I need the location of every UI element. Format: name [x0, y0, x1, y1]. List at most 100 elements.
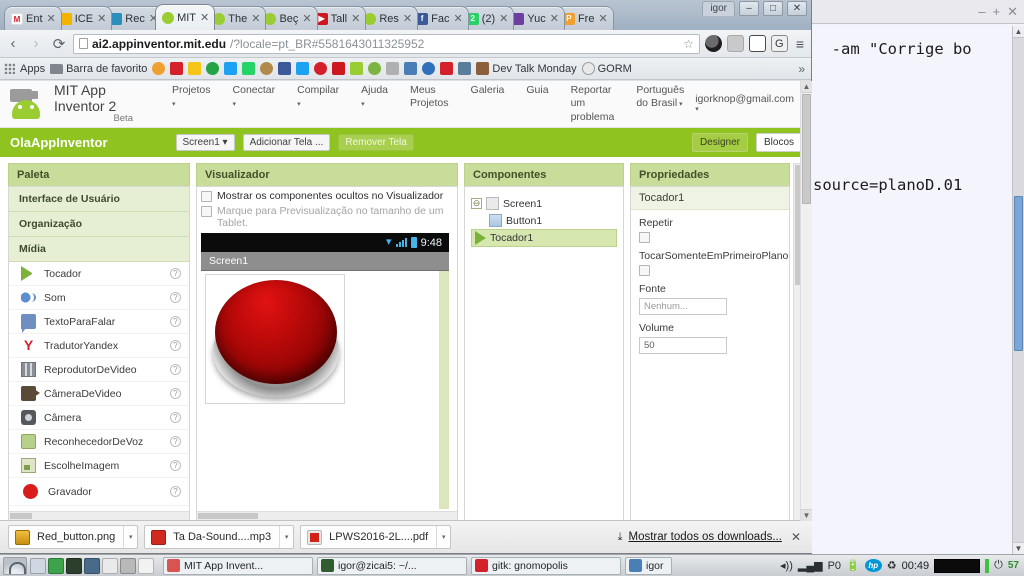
palette-item-som[interactable]: Som? — [9, 286, 189, 310]
menu-guia[interactable]: Guia — [515, 84, 559, 97]
add-screen-button[interactable]: Adicionar Tela ... — [242, 134, 331, 151]
launcher-icon-0[interactable] — [30, 557, 46, 574]
help-icon[interactable]: ? — [170, 364, 181, 375]
bookmark-icon-15[interactable] — [422, 62, 436, 75]
account-menu[interactable]: igorknop@gmail.com ▾ — [695, 93, 812, 115]
close-button[interactable]: ✕ — [787, 1, 807, 16]
page-scrollbar[interactable]: ▲ ▼ — [800, 81, 812, 521]
palette-item-reprodutordevideo[interactable]: ReprodutorDeVideo? — [9, 358, 189, 382]
mail-icon[interactable] — [748, 35, 766, 52]
scroll-up-icon[interactable]: ▲ — [801, 81, 812, 93]
property-checkbox[interactable] — [639, 232, 650, 243]
help-icon[interactable]: ? — [170, 292, 181, 303]
palette-item-câmera[interactable]: Câmera? — [9, 406, 189, 430]
property-text-input[interactable]: 50 — [639, 337, 727, 354]
tree-node-screen1[interactable]: ⊖ Screen1 — [471, 195, 617, 212]
browser-tab-fac[interactable]: f Fac ✕ — [409, 6, 469, 30]
browser-tab-res[interactable]: Res ✕ — [357, 6, 419, 30]
help-icon[interactable]: ? — [170, 412, 181, 423]
menu-compilar[interactable]: Compilar ▾ — [286, 84, 350, 110]
apps-grid-icon[interactable] — [4, 63, 15, 74]
menu-galeria[interactable]: Galeria — [460, 84, 516, 97]
terminal-scroll-thumb[interactable] — [1014, 196, 1023, 351]
forward-icon[interactable]: › — [27, 35, 45, 52]
terminal-window[interactable]: – + ✕ -am "Corrige bo source=planoD.01 ▲… — [810, 0, 1024, 554]
bookmark-gorm[interactable]: GORM — [581, 62, 632, 75]
terminal-scrollbar[interactable]: ▲ ▼ — [1012, 26, 1024, 554]
clock[interactable]: 00:49 — [902, 560, 930, 572]
chrome-menu-icon[interactable]: ≡ — [793, 36, 807, 52]
palette-item-gravador[interactable]: Gravador? — [9, 478, 189, 506]
terminal-body[interactable]: -am "Corrige bo source=planoD.01 — [811, 26, 1012, 554]
tab-close-icon[interactable]: ✕ — [402, 12, 412, 25]
bookmarks-overflow-icon[interactable]: » — [798, 62, 807, 76]
launcher-icon-3[interactable] — [84, 557, 100, 574]
bookmark-icon-5[interactable] — [242, 62, 256, 75]
bookmark-icon-11[interactable] — [350, 62, 364, 75]
property-text-input[interactable]: Nenhum... — [639, 298, 727, 315]
network-icon[interactable]: ▂▄▆ — [798, 559, 823, 572]
tree-node-tocador1[interactable]: Tocador1 — [471, 229, 617, 247]
tab-close-icon[interactable]: ✕ — [597, 12, 607, 25]
scroll-down-icon[interactable]: ▼ — [1013, 542, 1024, 554]
remove-screen-button[interactable]: Remover Tela — [338, 134, 414, 151]
power-profile-indicator[interactable]: P0 — [828, 560, 841, 572]
avatar-icon[interactable] — [704, 35, 722, 52]
launcher-icon-5[interactable] — [120, 557, 136, 574]
tablet-preview-checkbox[interactable] — [201, 206, 212, 217]
browser-tab-yuc[interactable]: Yuc ✕ — [505, 6, 565, 30]
browser-tab-mit[interactable]: MIT ✕ — [155, 4, 216, 30]
page-info-icon[interactable] — [79, 38, 88, 49]
extension-icon[interactable] — [726, 35, 744, 52]
red-button-image[interactable] — [205, 274, 345, 404]
bookmark-icon-17[interactable] — [458, 62, 472, 75]
launcher-icon-4[interactable] — [102, 557, 118, 574]
browser-tab-ent[interactable]: M Ent ✕ — [4, 6, 62, 30]
volume-icon[interactable]: ◂)) — [780, 559, 793, 572]
screen-selector-dropdown[interactable]: Screen1 ▾ — [175, 134, 235, 151]
blocks-view-button[interactable]: Blocos — [755, 133, 802, 152]
palette-category-organiza-o[interactable]: Organização — [9, 212, 189, 237]
minimize-button[interactable]: – — [739, 1, 759, 16]
terminal-maximize-button[interactable]: + — [993, 4, 1001, 19]
address-bar[interactable]: ai2.appinventor.mit.edu /?locale=pt_BR#5… — [73, 33, 700, 54]
bookmark-icon-7[interactable] — [278, 62, 292, 75]
phone-canvas[interactable] — [201, 271, 439, 509]
scroll-down-icon[interactable]: ▼ — [801, 509, 812, 521]
download-item-mp3[interactable]: Ta Da-Sound....mp3 ▾ — [144, 525, 295, 549]
help-icon[interactable]: ? — [170, 316, 181, 327]
palette-category-m-dia[interactable]: Mídia — [9, 237, 189, 262]
help-icon[interactable]: ? — [170, 340, 181, 351]
bookmark-icon-14[interactable] — [404, 62, 418, 75]
palette-item-tradutoryandex[interactable]: Y TradutorYandex? — [9, 334, 189, 358]
launcher-icon-6[interactable] — [138, 557, 154, 574]
tab-close-icon[interactable]: ✕ — [498, 12, 508, 25]
menu-meus-projetos[interactable]: Meus Projetos — [399, 84, 460, 110]
tab-close-icon[interactable]: ✕ — [452, 12, 462, 25]
palette-item-câmeradevideo[interactable]: CâmeraDeVideo? — [9, 382, 189, 406]
menu-conectar[interactable]: Conectar ▾ — [222, 84, 287, 110]
palette-item-reconhecedordevoz[interactable]: ReconhecedorDeVoz? — [9, 430, 189, 454]
palette-category-interface-de-usu-rio[interactable]: Interface de Usuário — [9, 187, 189, 212]
start-menu-button[interactable] — [3, 556, 27, 575]
bookmark-icon-12[interactable] — [368, 62, 382, 75]
show-hidden-components-row[interactable]: Mostrar os componentes ocultos no Visual… — [197, 187, 457, 202]
help-icon[interactable]: ? — [170, 436, 181, 447]
bookmark-folder-favoritos[interactable]: Barra de favorito — [50, 63, 147, 75]
tab-close-icon[interactable]: ✕ — [199, 11, 209, 24]
terminal-close-button[interactable]: ✕ — [1007, 4, 1018, 20]
palette-item-escolheimagem[interactable]: EscolheImagem? — [9, 454, 189, 478]
tab-close-icon[interactable]: ✕ — [46, 12, 56, 25]
download-item-png[interactable]: Red_button.png ▾ — [8, 525, 139, 549]
tab-close-icon[interactable]: ✕ — [301, 12, 311, 25]
bookmark-icon-4[interactable] — [224, 62, 238, 75]
designer-view-button[interactable]: Designer — [691, 133, 748, 152]
menu-projetos[interactable]: Projetos ▾ — [161, 84, 222, 110]
taskbar-window-gitk[interactable]: gitk: gnomopolis — [471, 556, 621, 575]
bookmark-apps[interactable]: Apps — [20, 63, 45, 75]
scroll-up-icon[interactable]: ▲ — [1013, 26, 1024, 38]
menu-ajuda[interactable]: Ajuda ▾ — [350, 84, 399, 110]
browser-tab-the[interactable]: The ✕ — [206, 6, 267, 30]
download-item-pdf[interactable]: LPWS2016-2L....pdf ▾ — [300, 525, 452, 549]
terminal-minimize-button[interactable]: – — [978, 4, 985, 19]
